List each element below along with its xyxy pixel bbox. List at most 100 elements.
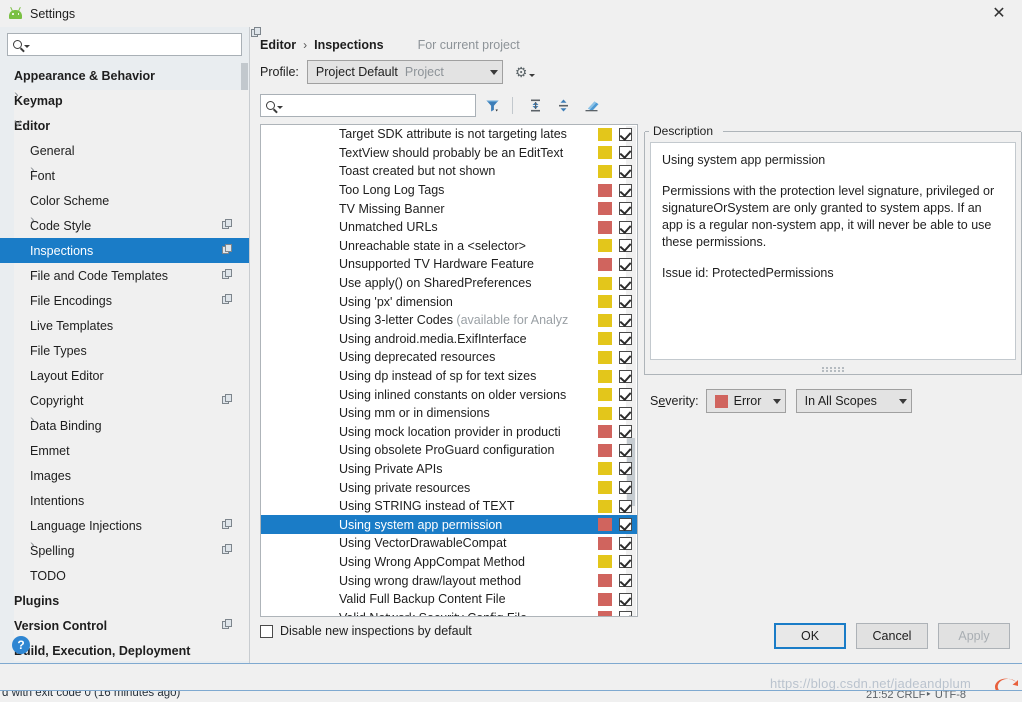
scope-select[interactable]: In All Scopes: [795, 389, 912, 413]
inspection-enabled-checkbox[interactable]: [619, 481, 632, 495]
inspection-enabled-checkbox[interactable]: [619, 202, 632, 216]
sidebar-item-file-and-code-templates[interactable]: File and Code Templates: [0, 263, 249, 288]
sidebar-item-intentions[interactable]: Intentions: [0, 488, 249, 513]
inspection-row[interactable]: Toast created but not shown: [261, 162, 637, 181]
inspection-enabled-checkbox[interactable]: [619, 146, 632, 160]
profile-select[interactable]: Project Default Project: [306, 60, 503, 84]
inspection-enabled-checkbox[interactable]: [619, 462, 632, 476]
inspection-enabled-checkbox[interactable]: [619, 499, 632, 513]
sidebar-item-copyright[interactable]: Copyright: [0, 388, 249, 661]
sidebar-item-plugins[interactable]: Plugins: [0, 588, 249, 613]
inspection-row[interactable]: Using obsolete ProGuard configuration: [261, 441, 637, 460]
inspection-row[interactable]: Target SDK attribute is not targeting la…: [261, 125, 637, 144]
inspection-row[interactable]: Using dp instead of sp for text sizes: [261, 367, 637, 386]
sidebar-item-live-templates[interactable]: Live Templates: [0, 313, 249, 338]
sidebar-item-color-scheme[interactable]: Color Scheme: [0, 188, 249, 661]
inspection-row[interactable]: Using 'px' dimension: [261, 292, 637, 311]
inspection-row[interactable]: Using Wrong AppCompat Method: [261, 553, 637, 572]
inspection-row[interactable]: Unmatched URLs: [261, 218, 637, 237]
inspection-enabled-checkbox[interactable]: [619, 369, 632, 383]
inspection-search-box[interactable]: [260, 94, 476, 117]
inspection-row[interactable]: Using android.media.ExifInterface: [261, 330, 637, 349]
inspection-enabled-checkbox[interactable]: [619, 555, 632, 569]
inspection-row[interactable]: Using private resources: [261, 478, 637, 497]
resize-grip[interactable]: [822, 367, 844, 373]
inspection-row[interactable]: Valid Network Security Config File: [261, 608, 637, 616]
inspection-row[interactable]: Using inlined constants on older version…: [261, 385, 637, 404]
sidebar-item-language-injections[interactable]: Language Injections: [0, 513, 249, 661]
sidebar-item-layout-editor[interactable]: Layout Editor: [0, 363, 249, 388]
sidebar-item-data-binding[interactable]: Data Binding: [0, 413, 249, 438]
sidebar-item-inspections[interactable]: Inspections: [0, 238, 249, 263]
sidebar-item-file-types[interactable]: File Types: [0, 338, 249, 363]
breadcrumb-parent[interactable]: Editor: [260, 38, 296, 52]
inspection-enabled-checkbox[interactable]: [619, 164, 632, 178]
inspection-enabled-checkbox[interactable]: [619, 350, 632, 364]
close-icon[interactable]: ✕: [976, 0, 1022, 27]
sidebar-search-box[interactable]: [7, 33, 242, 56]
inspection-row[interactable]: Valid Full Backup Content File: [261, 590, 637, 609]
eraser-icon[interactable]: [579, 95, 603, 117]
chevron-down-icon[interactable]: [14, 121, 23, 130]
inspection-enabled-checkbox[interactable]: [619, 611, 632, 616]
disable-new-inspections-checkbox[interactable]: [260, 624, 273, 638]
sidebar-item-images[interactable]: Images: [0, 463, 249, 488]
sidebar-item-build-execution-deployment[interactable]: Build, Execution, Deployment: [0, 638, 249, 661]
expand-all-icon[interactable]: [523, 95, 547, 117]
inspection-row[interactable]: Using mm or in dimensions: [261, 404, 637, 423]
inspection-enabled-checkbox[interactable]: [619, 574, 632, 588]
severity-select[interactable]: Error: [705, 389, 786, 413]
inspection-row[interactable]: Using deprecated resources: [261, 348, 637, 367]
inspection-enabled-checkbox[interactable]: [619, 592, 632, 606]
inspection-enabled-checkbox[interactable]: [619, 127, 632, 141]
inspection-enabled-checkbox[interactable]: [619, 332, 632, 346]
inspection-enabled-checkbox[interactable]: [619, 425, 632, 439]
inspection-row[interactable]: Unsupported TV Hardware Feature: [261, 255, 637, 274]
inspection-enabled-checkbox[interactable]: [619, 406, 632, 420]
inspection-enabled-checkbox[interactable]: [619, 388, 632, 402]
inspection-row[interactable]: Using wrong draw/layout method: [261, 571, 637, 590]
inspection-row[interactable]: Using 3-letter Codes (available for Anal…: [261, 311, 637, 330]
sidebar-item-version-control[interactable]: Version Control: [0, 613, 249, 661]
sidebar-item-font[interactable]: Font: [0, 163, 249, 188]
filter-icon[interactable]: [480, 95, 504, 117]
inspection-row[interactable]: Using VectorDrawableCompat: [261, 534, 637, 553]
settings-tree[interactable]: Appearance & Behavior Keymap Editor General…: [0, 61, 249, 661]
inspection-row[interactable]: TextView should probably be an EditText: [261, 144, 637, 163]
sidebar-item-emmet[interactable]: Emmet: [0, 438, 249, 463]
inspection-enabled-checkbox[interactable]: [619, 276, 632, 290]
inspection-enabled-checkbox[interactable]: [619, 443, 632, 457]
inspection-enabled-checkbox[interactable]: [619, 183, 632, 197]
inspection-enabled-checkbox[interactable]: [619, 313, 632, 327]
inspection-enabled-checkbox[interactable]: [619, 220, 632, 234]
inspection-list[interactable]: Target SDK attribute is not targeting la…: [260, 124, 638, 617]
inspection-row[interactable]: Unreachable state in a <selector>: [261, 237, 637, 256]
cancel-button[interactable]: Cancel: [856, 623, 928, 649]
inspection-row[interactable]: Too Long Log Tags: [261, 181, 637, 200]
sidebar-item-appearance-behavior[interactable]: Appearance & Behavior: [0, 63, 249, 661]
collapse-all-icon[interactable]: [551, 95, 575, 117]
sidebar-item-editor[interactable]: Editor: [0, 113, 249, 138]
inspection-enabled-checkbox[interactable]: [619, 518, 632, 532]
sidebar-item-general[interactable]: General: [0, 138, 249, 661]
inspection-enabled-checkbox[interactable]: [619, 239, 632, 253]
ok-button[interactable]: OK: [774, 623, 846, 649]
inspection-row[interactable]: Using Private APIs: [261, 460, 637, 479]
inspection-enabled-checkbox[interactable]: [619, 295, 632, 309]
sidebar-item-todo[interactable]: TODO: [0, 563, 249, 588]
inspection-row[interactable]: Using mock location provider in producti: [261, 423, 637, 442]
inspection-enabled-checkbox[interactable]: [619, 257, 632, 271]
profile-gear-button[interactable]: ⚙: [515, 65, 536, 79]
inspection-row[interactable]: TV Missing Banner: [261, 199, 637, 218]
inspection-row[interactable]: Use apply() on SharedPreferences: [261, 274, 637, 293]
inspection-row[interactable]: Using STRING instead of TEXT: [261, 497, 637, 516]
sidebar-search-input[interactable]: [30, 36, 241, 53]
disable-new-inspections-row[interactable]: Disable new inspections by default: [260, 624, 472, 638]
inspection-search-input[interactable]: [283, 97, 475, 114]
inspection-enabled-checkbox[interactable]: [619, 536, 632, 550]
sidebar-item-code-style[interactable]: Code Style: [0, 213, 249, 661]
sidebar-item-file-encodings[interactable]: File Encodings: [0, 288, 249, 313]
sidebar-item-spelling[interactable]: Spelling: [0, 538, 249, 563]
help-button[interactable]: ?: [12, 636, 30, 654]
inspection-row[interactable]: Using system app permission: [261, 515, 637, 535]
